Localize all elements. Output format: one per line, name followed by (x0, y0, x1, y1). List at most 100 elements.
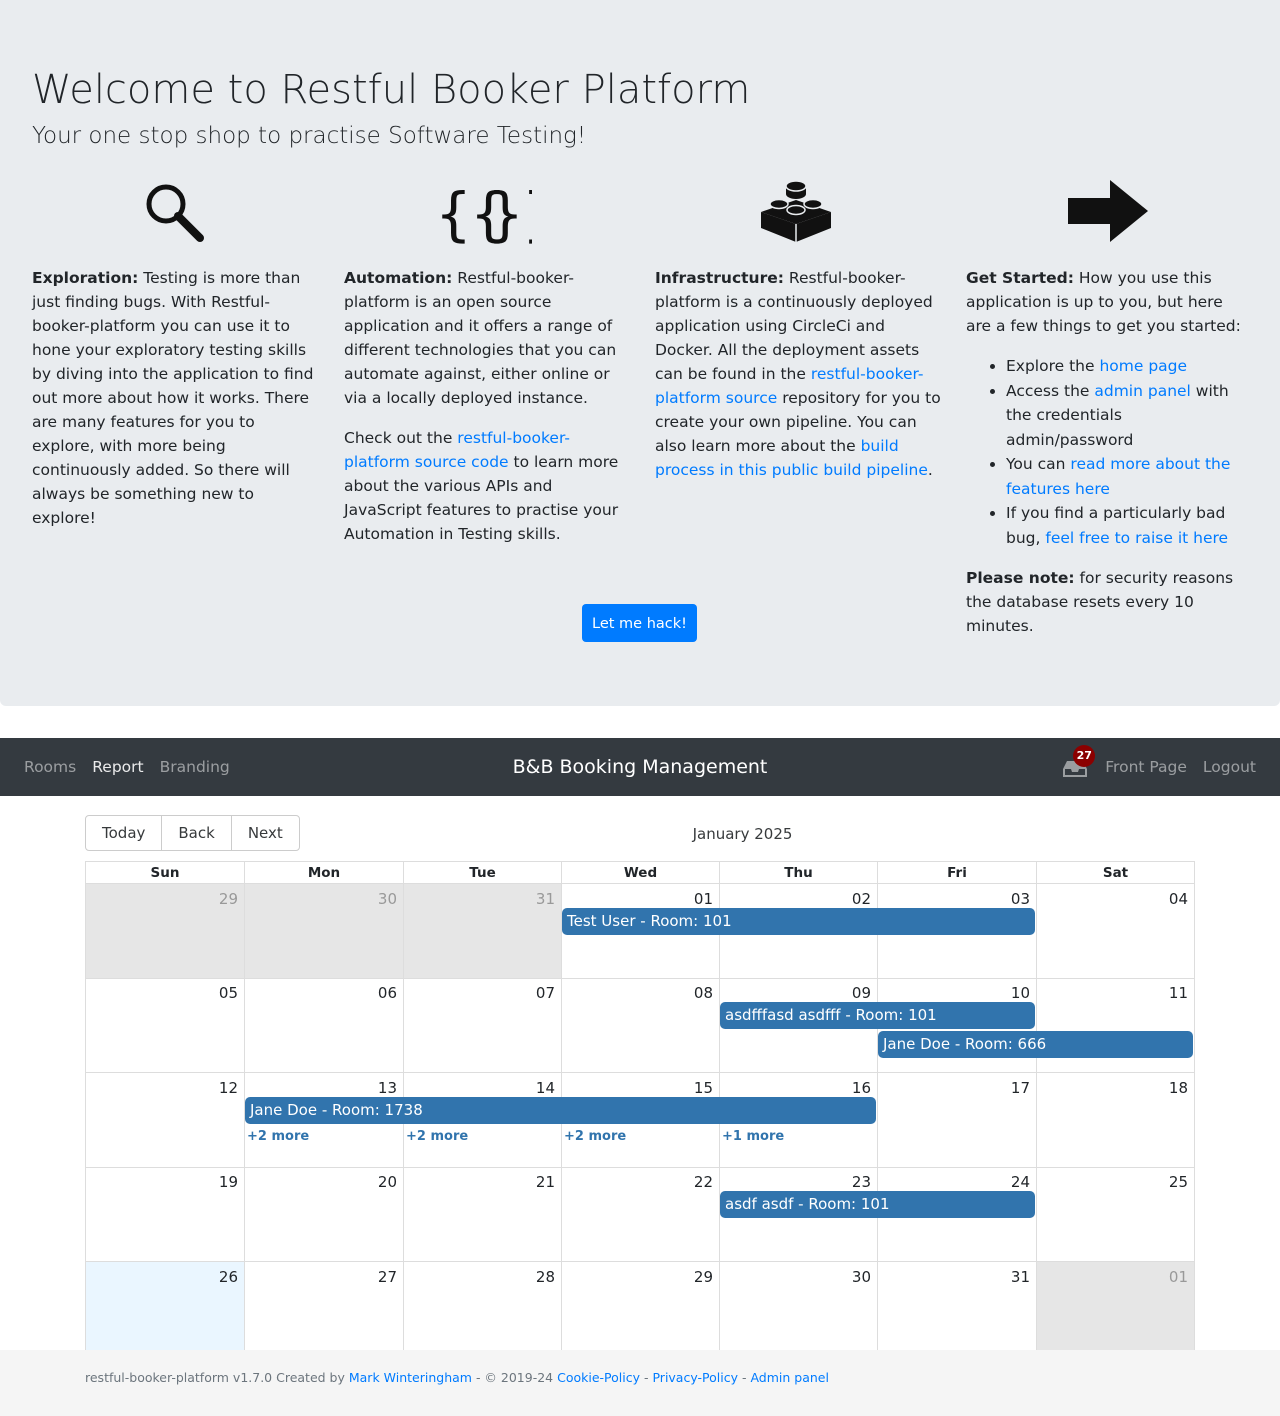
day-number[interactable]: 16 (852, 1079, 871, 1097)
svg-text:}}: }} (488, 180, 532, 244)
day-number[interactable]: 03 (1011, 890, 1030, 908)
calendar-day-cell[interactable]: 06 (244, 978, 403, 1072)
messages-button[interactable]: 27 (1063, 745, 1096, 779)
day-number[interactable]: 29 (694, 1268, 713, 1286)
day-number[interactable]: 14 (536, 1079, 555, 1097)
booking-event[interactable]: Jane Doe - Room: 666 (878, 1031, 1193, 1058)
day-number[interactable]: 04 (1169, 890, 1188, 908)
day-number[interactable]: 12 (219, 1079, 238, 1097)
footer-text: restful-booker-platform v1.7.0 Created b… (85, 1370, 829, 1385)
calendar-day-cell[interactable]: 25 (1036, 1167, 1194, 1261)
day-number[interactable]: 25 (1169, 1173, 1188, 1191)
day-number[interactable]: 20 (378, 1173, 397, 1191)
nav-rooms[interactable]: Rooms (24, 758, 76, 776)
get-started-text: Get Started: How you use this applicatio… (966, 269, 1241, 335)
calendar-day-cell[interactable]: 05 (86, 978, 244, 1072)
get-started-list: Explore the home page Access the admin p… (966, 354, 1252, 550)
calendar-day-cell[interactable]: 20 (244, 1167, 403, 1261)
home-page-link[interactable]: home page (1099, 357, 1187, 375)
day-number[interactable]: 31 (536, 890, 555, 908)
booking-event[interactable]: Test User - Room: 101 (562, 908, 1035, 935)
day-number[interactable]: 10 (1011, 984, 1030, 1002)
day-number[interactable]: 17 (1011, 1079, 1030, 1097)
day-number[interactable]: 21 (536, 1173, 555, 1191)
day-number[interactable]: 30 (378, 890, 397, 908)
footer: restful-booker-platform v1.7.0 Created b… (0, 1350, 1280, 1416)
day-number[interactable]: 13 (378, 1079, 397, 1097)
feature-get-started: Get Started: How you use this applicatio… (966, 180, 1252, 654)
calendar-day-cell[interactable]: 17 (877, 1073, 1036, 1167)
calendar-day-cell[interactable]: 08 (561, 978, 719, 1072)
calendar-day-cell-off-month[interactable]: 31 (403, 884, 561, 978)
feature-automation: {{ }} Automation: Restful-booker-platfor… (344, 180, 630, 562)
show-more-link[interactable]: +2 more (564, 1129, 626, 1144)
calendar-day-cell-off-month[interactable]: 01 (1036, 1262, 1194, 1351)
day-number[interactable]: 28 (536, 1268, 555, 1286)
calendar-day-cell-off-month[interactable]: 30 (244, 884, 403, 978)
privacy-policy-link[interactable]: Privacy-Policy (652, 1370, 738, 1385)
day-number[interactable]: 22 (694, 1173, 713, 1191)
calendar-day-cell[interactable]: 07 (403, 978, 561, 1072)
calendar-day-cell[interactable]: 26 (86, 1262, 244, 1351)
day-number[interactable]: 05 (219, 984, 238, 1002)
calendar-week-row: 26 27 28 29 30 31 01 (86, 1262, 1194, 1351)
day-number[interactable]: 09 (852, 984, 871, 1002)
list-item: You can read more about the features her… (1006, 452, 1252, 501)
day-number[interactable]: 01 (694, 890, 713, 908)
magnifier-icon (146, 184, 204, 242)
day-number[interactable]: 30 (852, 1268, 871, 1286)
day-number[interactable]: 11 (1169, 984, 1188, 1002)
day-number[interactable]: 23 (852, 1173, 871, 1191)
day-number[interactable]: 06 (378, 984, 397, 1002)
raise-bug-link[interactable]: feel free to raise it here (1045, 529, 1228, 547)
booking-event[interactable]: asdfffasd asdfff - Room: 101 (720, 1002, 1035, 1029)
nav-report[interactable]: Report (92, 758, 143, 776)
calendar-day-cell[interactable]: 27 (244, 1262, 403, 1351)
admin-panel-link[interactable]: admin panel (1094, 382, 1191, 400)
let-me-hack-button[interactable]: Let me hack! (582, 604, 697, 642)
footer-admin-panel-link[interactable]: Admin panel (750, 1370, 829, 1385)
calendar-day-cell-off-month[interactable]: 29 (86, 884, 244, 978)
day-number[interactable]: 18 (1169, 1079, 1188, 1097)
calendar-day-cell[interactable]: 28 (403, 1262, 561, 1351)
calendar-day-cell[interactable]: 30 (719, 1262, 877, 1351)
calendar-month-view: Sun Mon Tue Wed Thu Fri Sat 29 30 31 01 02 03 04 05 06… (85, 861, 1195, 1351)
cookie-policy-link[interactable]: Cookie-Policy (557, 1370, 640, 1385)
next-button[interactable]: Next (230, 815, 300, 851)
day-number[interactable]: 07 (536, 984, 555, 1002)
calendar-day-cell[interactable]: 22 (561, 1167, 719, 1261)
weekday-label: Wed (561, 862, 719, 884)
show-more-link[interactable]: +1 more (722, 1129, 784, 1144)
day-number[interactable]: 19 (219, 1173, 238, 1191)
exploration-text: Exploration: Testing is more than just f… (32, 269, 314, 527)
calendar-day-cell[interactable]: 29 (561, 1262, 719, 1351)
security-note: Please note: for security reasons the da… (966, 569, 1234, 635)
show-more-link[interactable]: +2 more (247, 1129, 309, 1144)
calendar-day-cell[interactable]: 04 (1036, 884, 1194, 978)
calendar-day-cell[interactable]: 18 (1036, 1073, 1194, 1167)
booking-event[interactable]: Jane Doe - Room: 1738 (245, 1097, 876, 1124)
nav-branding[interactable]: Branding (160, 758, 230, 776)
author-link[interactable]: Mark Winteringham (349, 1370, 472, 1385)
nav-front-page[interactable]: Front Page (1105, 758, 1187, 776)
day-number[interactable]: 01 (1169, 1268, 1188, 1286)
day-number[interactable]: 08 (694, 984, 713, 1002)
day-number[interactable]: 31 (1011, 1268, 1030, 1286)
show-more-link[interactable]: +2 more (406, 1129, 468, 1144)
day-number[interactable]: 29 (219, 890, 238, 908)
calendar-day-cell[interactable]: 12 (86, 1073, 244, 1167)
nav-logout[interactable]: Logout (1203, 758, 1256, 776)
day-number[interactable]: 27 (378, 1268, 397, 1286)
calendar-day-cell[interactable]: 31 (877, 1262, 1036, 1351)
calendar-day-cell[interactable]: 19 (86, 1167, 244, 1261)
calendar-day-cell[interactable]: 21 (403, 1167, 561, 1261)
day-number[interactable]: 24 (1011, 1173, 1030, 1191)
weekday-label: Sat (1036, 862, 1194, 884)
back-button[interactable]: Back (161, 815, 232, 851)
today-button[interactable]: Today (85, 815, 163, 851)
booking-event[interactable]: asdf asdf - Room: 101 (720, 1191, 1035, 1218)
day-number[interactable]: 26 (219, 1268, 238, 1286)
day-number[interactable]: 02 (852, 890, 871, 908)
day-number[interactable]: 15 (694, 1079, 713, 1097)
navbar-brand[interactable]: B&B Booking Management (513, 756, 768, 778)
